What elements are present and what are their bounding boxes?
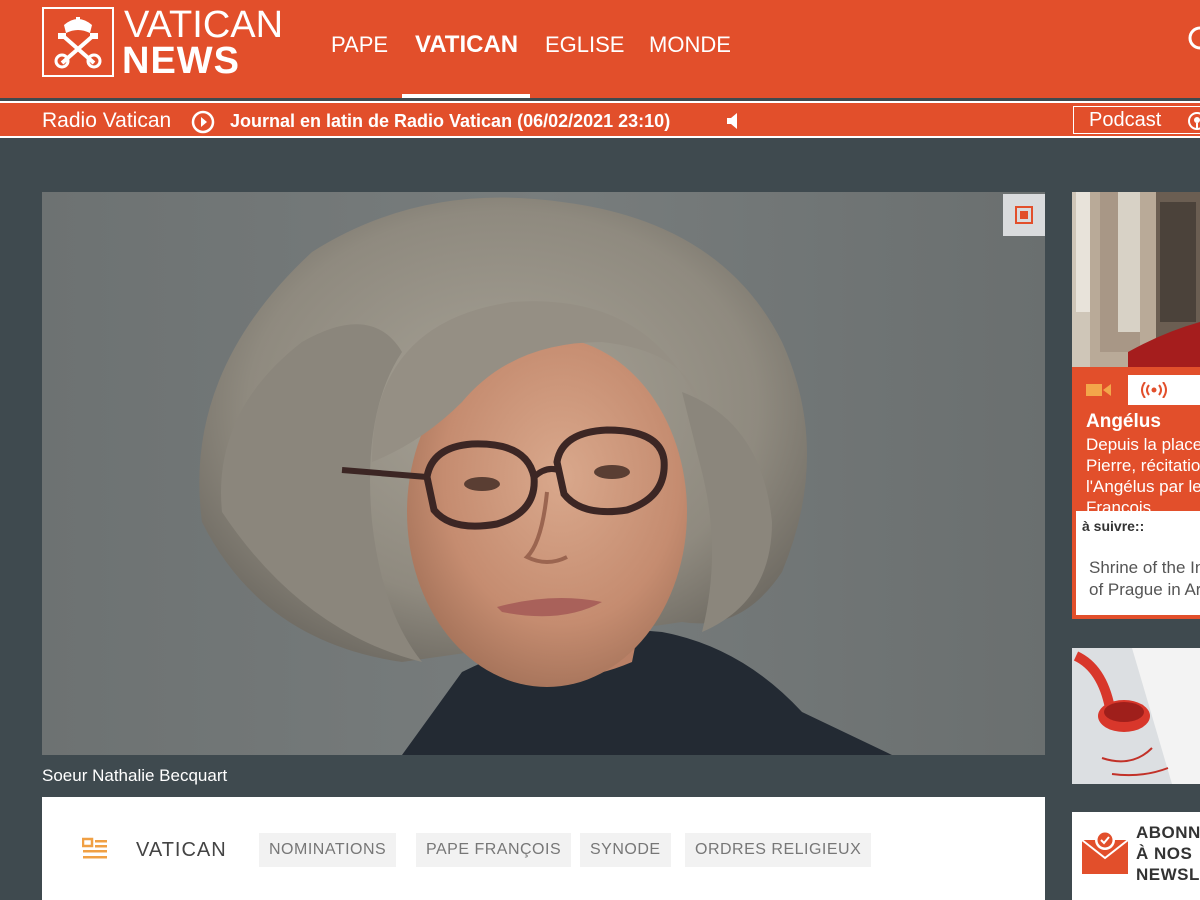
news-list-icon <box>82 837 107 859</box>
live-title[interactable]: Angélus <box>1086 411 1161 433</box>
logo-text-news[interactable]: NEWS <box>122 42 240 80</box>
building-window-image <box>1072 192 1200 367</box>
logo-text-vatican[interactable]: VATICAN <box>124 6 283 44</box>
podcast-label: Podcast <box>1089 109 1162 131</box>
section-panel: VATICAN NOMINATIONS PAPE FRANÇOIS SYNODE… <box>42 797 1045 900</box>
top-header: VATICAN NEWS PAPE VATICAN EGLISE MONDE <box>0 0 1200 98</box>
tag-ordres-religieux[interactable]: ORDRES RELIGIEUX <box>685 833 872 867</box>
podcast-icon <box>1188 112 1200 130</box>
newsletter-line-1: ABONNEZ-VOUS <box>1136 823 1200 842</box>
live-thumbnail[interactable] <box>1072 192 1200 367</box>
headphones-image <box>1072 648 1200 784</box>
live-card[interactable]: Angélus Depuis la place Saint-Pierre, ré… <box>1072 367 1200 619</box>
nav-item-pape[interactable]: PAPE <box>331 30 388 60</box>
crossed-keys-icon <box>54 17 102 69</box>
newsletter-box[interactable]: ABONNEZ-VOUS À NOS NEWSLETTERS <box>1072 812 1200 900</box>
newsletter-line-2: À NOS <box>1136 844 1193 863</box>
podcast-button[interactable]: Podcast <box>1073 106 1200 134</box>
hero-photo[interactable] <box>42 192 1045 755</box>
play-circle-icon[interactable] <box>191 110 215 134</box>
up-next-box: à suivre:: Shrine of the Infant Jesus of… <box>1076 511 1200 615</box>
newsletter-mail-icon <box>1081 830 1129 874</box>
video-camera-icon[interactable] <box>1086 383 1112 397</box>
radio-waves-icon <box>1141 382 1167 398</box>
expand-icon <box>1015 206 1033 224</box>
side-ad-image[interactable] <box>1072 648 1200 784</box>
radio-vatican-label[interactable]: Radio Vatican <box>42 108 171 134</box>
speaker-icon[interactable] <box>726 112 742 130</box>
tag-nominations[interactable]: NOMINATIONS <box>259 833 397 867</box>
nav-item-monde[interactable]: MONDE <box>649 30 731 60</box>
live-description[interactable]: Depuis la place Saint-Pierre, récitation… <box>1086 434 1200 518</box>
portrait-image <box>42 192 1045 755</box>
radio-tab[interactable] <box>1128 375 1200 405</box>
up-next-title[interactable]: Shrine of the Infant Jesus of Prague in … <box>1089 557 1200 601</box>
tag-pape-francois[interactable]: PAPE FRANÇOIS <box>416 833 572 867</box>
newsletter-text: ABONNEZ-VOUS À NOS NEWSLETTERS <box>1136 822 1200 885</box>
tag-synode[interactable]: SYNODE <box>580 833 671 867</box>
up-next-label: à suivre:: <box>1082 518 1145 534</box>
newsletter-line-3: NEWSLETTERS <box>1136 865 1200 884</box>
search-icon[interactable] <box>1186 24 1200 54</box>
section-title[interactable]: VATICAN <box>136 837 227 863</box>
nav-item-eglise[interactable]: EGLISE <box>545 30 624 60</box>
nav-item-vatican[interactable]: VATICAN <box>415 30 518 60</box>
vatican-crest-logo[interactable] <box>42 7 114 77</box>
expand-image-button[interactable] <box>1003 194 1045 236</box>
active-nav-indicator <box>402 94 530 98</box>
live-tabs <box>1072 375 1200 405</box>
radio-bar: Radio Vatican Journal en latin de Radio … <box>0 101 1200 138</box>
photo-caption: Soeur Nathalie Becquart <box>42 766 228 785</box>
radio-journal-title[interactable]: Journal en latin de Radio Vatican (06/02… <box>230 109 670 133</box>
